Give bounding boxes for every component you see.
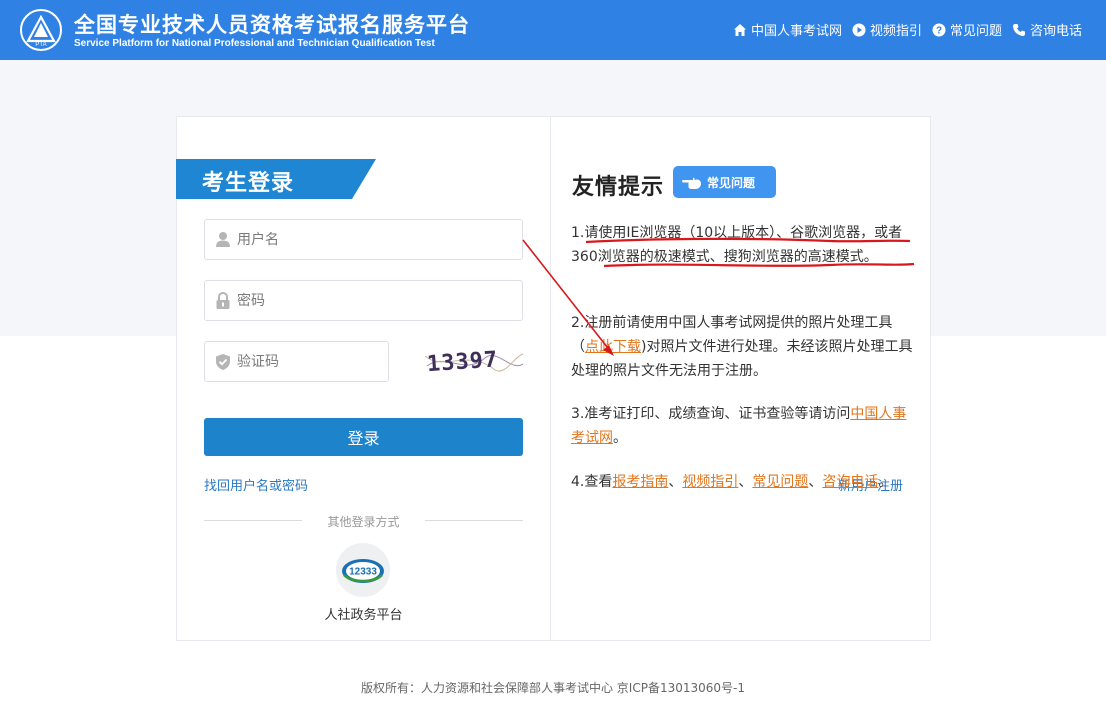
- recover-account-link[interactable]: 找回用户名或密码: [204, 475, 308, 494]
- tip-1: 1.请使用IE浏览器（10以上版本）、谷歌浏览器，或者360浏览器的极速模式、搜…: [571, 221, 917, 269]
- tip-2: 2.注册前请使用中国人事考试网提供的照片处理工具（点此下载)对照片文件进行处理。…: [571, 311, 917, 383]
- faq-button[interactable]: 常见问题: [673, 166, 776, 198]
- nav-item-video[interactable]: 视频指引: [852, 20, 922, 39]
- hrss-platform-label: 人社政务平台: [324, 608, 403, 623]
- nav-item-cpta[interactable]: 中国人事考试网: [733, 20, 842, 39]
- password-input[interactable]: [237, 281, 507, 320]
- tips-title: 友情提示: [572, 175, 665, 200]
- header-nav: 中国人事考试网 视频指引 ? 常见问题 咨询电话: [733, 20, 1082, 39]
- video-guide-link[interactable]: 视频指引: [682, 474, 738, 490]
- hrss-badge-text: 12333: [349, 567, 377, 578]
- tip-4-sep-3: 、: [808, 474, 823, 490]
- login-title: 考生登录: [202, 171, 295, 196]
- login-card: 考生登录 13397 登录 找回用户名或密码 新用户注册 其他登录方式: [176, 116, 931, 641]
- card-divider: [550, 117, 551, 640]
- top-header: PTA 全国专业技术人员资格考试报名服务平台 Service Platform …: [0, 0, 1106, 60]
- lock-icon: [216, 292, 230, 309]
- tip-4-sep-2: 、: [738, 474, 753, 490]
- guide-link[interactable]: 报考指南: [612, 474, 668, 490]
- footer-copyright: 版权所有：人力资源和社会保障部人事考试中心 京ICP备13013060号-1: [360, 681, 745, 695]
- tip-1-prefix: 1.: [571, 225, 585, 241]
- nav-label-faq: 常见问题: [949, 24, 1002, 39]
- login-title-banner: 考生登录: [176, 159, 376, 199]
- svg-text:?: ?: [936, 25, 942, 36]
- other-methods-divider-right: [425, 520, 523, 521]
- site-title: 全国专业技术人员资格考试报名服务平台: [74, 13, 470, 37]
- captcha-image[interactable]: 13397: [425, 342, 523, 382]
- nav-label-cpta: 中国人事考试网: [750, 24, 842, 39]
- hotline-link[interactable]: 咨询电话: [822, 474, 878, 490]
- tip-4-after: 。: [878, 474, 893, 490]
- question-icon: ?: [932, 23, 946, 36]
- username-field[interactable]: [204, 219, 523, 260]
- tip-3: 3.准考证打印、成绩查询、证书查验等请访问中国人事考试网。: [571, 402, 917, 450]
- password-field[interactable]: [204, 280, 523, 321]
- captcha-field[interactable]: [204, 341, 389, 382]
- other-methods-label: 其他登录方式: [327, 515, 400, 529]
- logo-text: PTA: [35, 42, 46, 48]
- user-icon: [216, 232, 230, 247]
- shield-check-icon: [216, 354, 230, 370]
- phone-icon: [1012, 23, 1025, 36]
- nav-item-phone[interactable]: 咨询电话: [1012, 20, 1082, 39]
- pta-logo: PTA: [20, 9, 62, 51]
- pointing-hand-icon: [682, 177, 701, 189]
- captcha-code: 13397: [426, 347, 499, 377]
- faq-button-label: 常见问题: [707, 176, 756, 190]
- tip-4: 4.查看报考指南、视频指引、常见问题、咨询电话。: [571, 470, 917, 494]
- nav-item-faq[interactable]: ? 常见问题: [932, 20, 1002, 39]
- hrss-12333-logo: 12333: [342, 559, 384, 583]
- captcha-input[interactable]: [237, 342, 377, 381]
- tip-4-sep-1: 、: [668, 474, 683, 490]
- tip-3-before: 3.准考证打印、成绩查询、证书查验等请访问: [571, 406, 851, 422]
- photo-tool-download-link[interactable]: 点此下载: [585, 339, 641, 355]
- home-icon: [733, 23, 746, 36]
- tip-3-after: 。: [613, 430, 627, 446]
- tip-1-text: 请使用IE浏览器（10以上版本）、谷歌浏览器，或者360浏览器的极速模式、搜狗浏…: [571, 225, 903, 265]
- tip-4-before: 4.查看: [571, 474, 613, 490]
- play-icon: [852, 23, 866, 36]
- username-input[interactable]: [237, 220, 507, 259]
- nav-label-phone: 咨询电话: [1029, 24, 1082, 39]
- faq-link[interactable]: 常见问题: [752, 474, 808, 490]
- nav-label-video: 视频指引: [869, 24, 922, 39]
- login-button[interactable]: 登录: [204, 418, 523, 456]
- hrss-platform-button[interactable]: 12333: [336, 543, 390, 597]
- site-subtitle: Service Platform for National Profession…: [74, 38, 435, 49]
